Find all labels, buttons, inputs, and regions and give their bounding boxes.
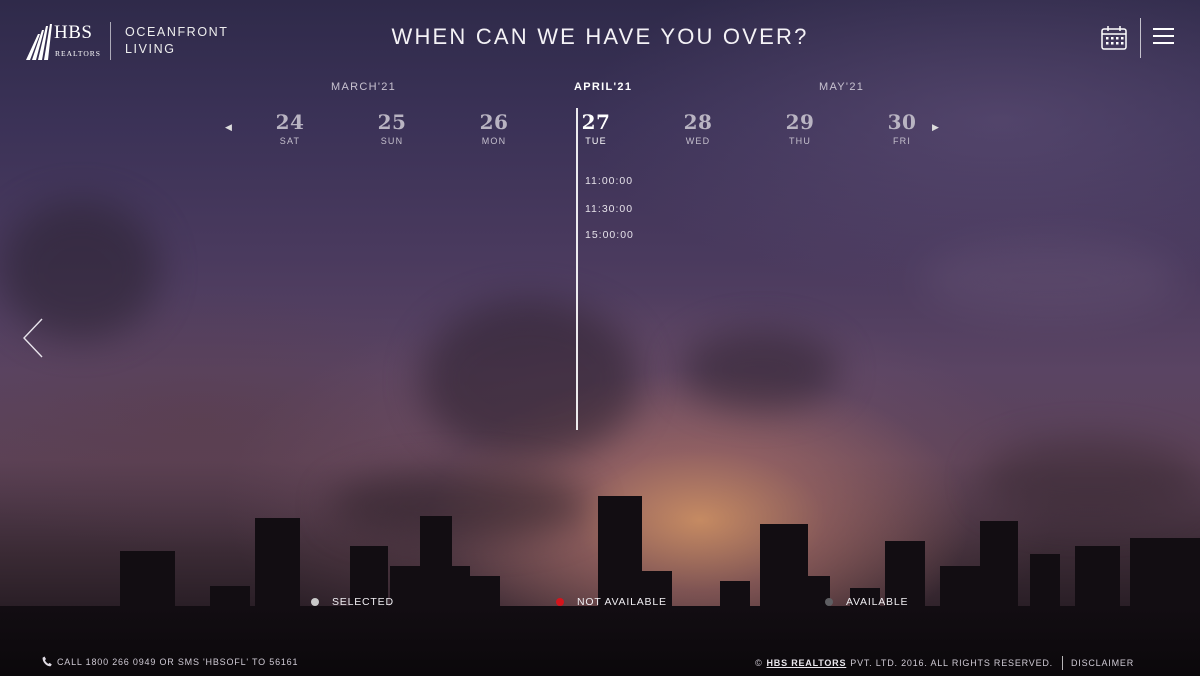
date-weekday: SUN: [380, 136, 404, 146]
date-weekday: MON: [481, 136, 507, 146]
date-number: 28: [683, 110, 713, 134]
date-item[interactable]: 29 THU: [770, 110, 830, 146]
date-item[interactable]: 24 SAT: [260, 110, 320, 146]
date-weekday: FRI: [892, 136, 912, 146]
cloud: [920, 240, 1180, 320]
month-label-may: MAY'21: [819, 81, 865, 93]
footer-contact: CALL 1800 266 0949 OR SMS 'HBSOFL' TO 56…: [42, 656, 298, 667]
date-number: 26: [479, 110, 509, 134]
time-slot[interactable]: 15:00:00: [585, 229, 634, 241]
date-number: 24: [275, 110, 305, 134]
legend-dot-icon: [825, 598, 833, 606]
calendar-icon[interactable]: [1101, 26, 1127, 50]
footer-divider: [1061, 656, 1063, 670]
legend-dot-icon: [556, 598, 564, 606]
prev-date-arrow-icon[interactable]: ◀: [225, 122, 232, 133]
cloud: [420, 300, 640, 460]
footer-copyright: © HBS REALTORS PVT. LTD. 2016. ALL RIGHT…: [755, 656, 1134, 670]
legend-not-available: NOT AVAILABLE: [556, 596, 667, 608]
background-sky: [0, 0, 1200, 676]
date-item[interactable]: 25 SUN: [362, 110, 422, 146]
selected-date-indicator: [576, 108, 578, 430]
header-divider: [1140, 18, 1141, 58]
month-label-march: MARCH'21: [331, 81, 397, 93]
date-weekday: THU: [788, 136, 812, 146]
date-weekday: WED: [685, 136, 711, 146]
date-weekday: SAT: [279, 136, 301, 146]
hamburger-menu-icon[interactable]: [1153, 28, 1174, 46]
date-item[interactable]: 28 WED: [668, 110, 728, 146]
date-item[interactable]: 26 MON: [464, 110, 524, 146]
logo-realtors-text: REALTORS: [55, 49, 101, 58]
copyright-text: PVT. LTD. 2016. ALL RIGHTS RESERVED.: [850, 658, 1053, 668]
legend-label: SELECTED: [332, 596, 394, 608]
date-item[interactable]: 30 FRI: [872, 110, 932, 146]
legend-available: AVAILABLE: [825, 596, 908, 608]
date-number: 25: [377, 110, 407, 134]
legend-selected: SELECTED: [311, 596, 394, 608]
date-weekday: TUE: [585, 136, 607, 146]
copyright-symbol: ©: [755, 658, 763, 668]
legend-label: NOT AVAILABLE: [577, 596, 667, 608]
next-date-arrow-icon[interactable]: ▶: [932, 122, 939, 133]
time-slot[interactable]: 11:00:00: [585, 175, 633, 187]
date-number: 27: [581, 110, 611, 134]
contact-text: CALL 1800 266 0949 OR SMS 'HBSOFL' TO 56…: [57, 656, 299, 667]
legend-label: AVAILABLE: [846, 596, 909, 608]
month-label-april: APRIL'21: [574, 81, 633, 93]
disclaimer-link[interactable]: DISCLAIMER: [1071, 658, 1134, 668]
date-item-selected[interactable]: 27 TUE: [566, 110, 626, 146]
page-title: WHEN CAN WE HAVE YOU OVER?: [391, 24, 809, 49]
back-arrow-icon[interactable]: [22, 318, 44, 358]
brand-link[interactable]: HBS REALTORS: [767, 658, 847, 668]
date-number: 30: [887, 110, 917, 134]
phone-icon: [42, 656, 52, 667]
cloud: [680, 330, 840, 410]
date-number: 29: [785, 110, 815, 134]
time-slot[interactable]: 11:30:00: [585, 203, 633, 215]
legend-dot-icon: [311, 598, 319, 606]
